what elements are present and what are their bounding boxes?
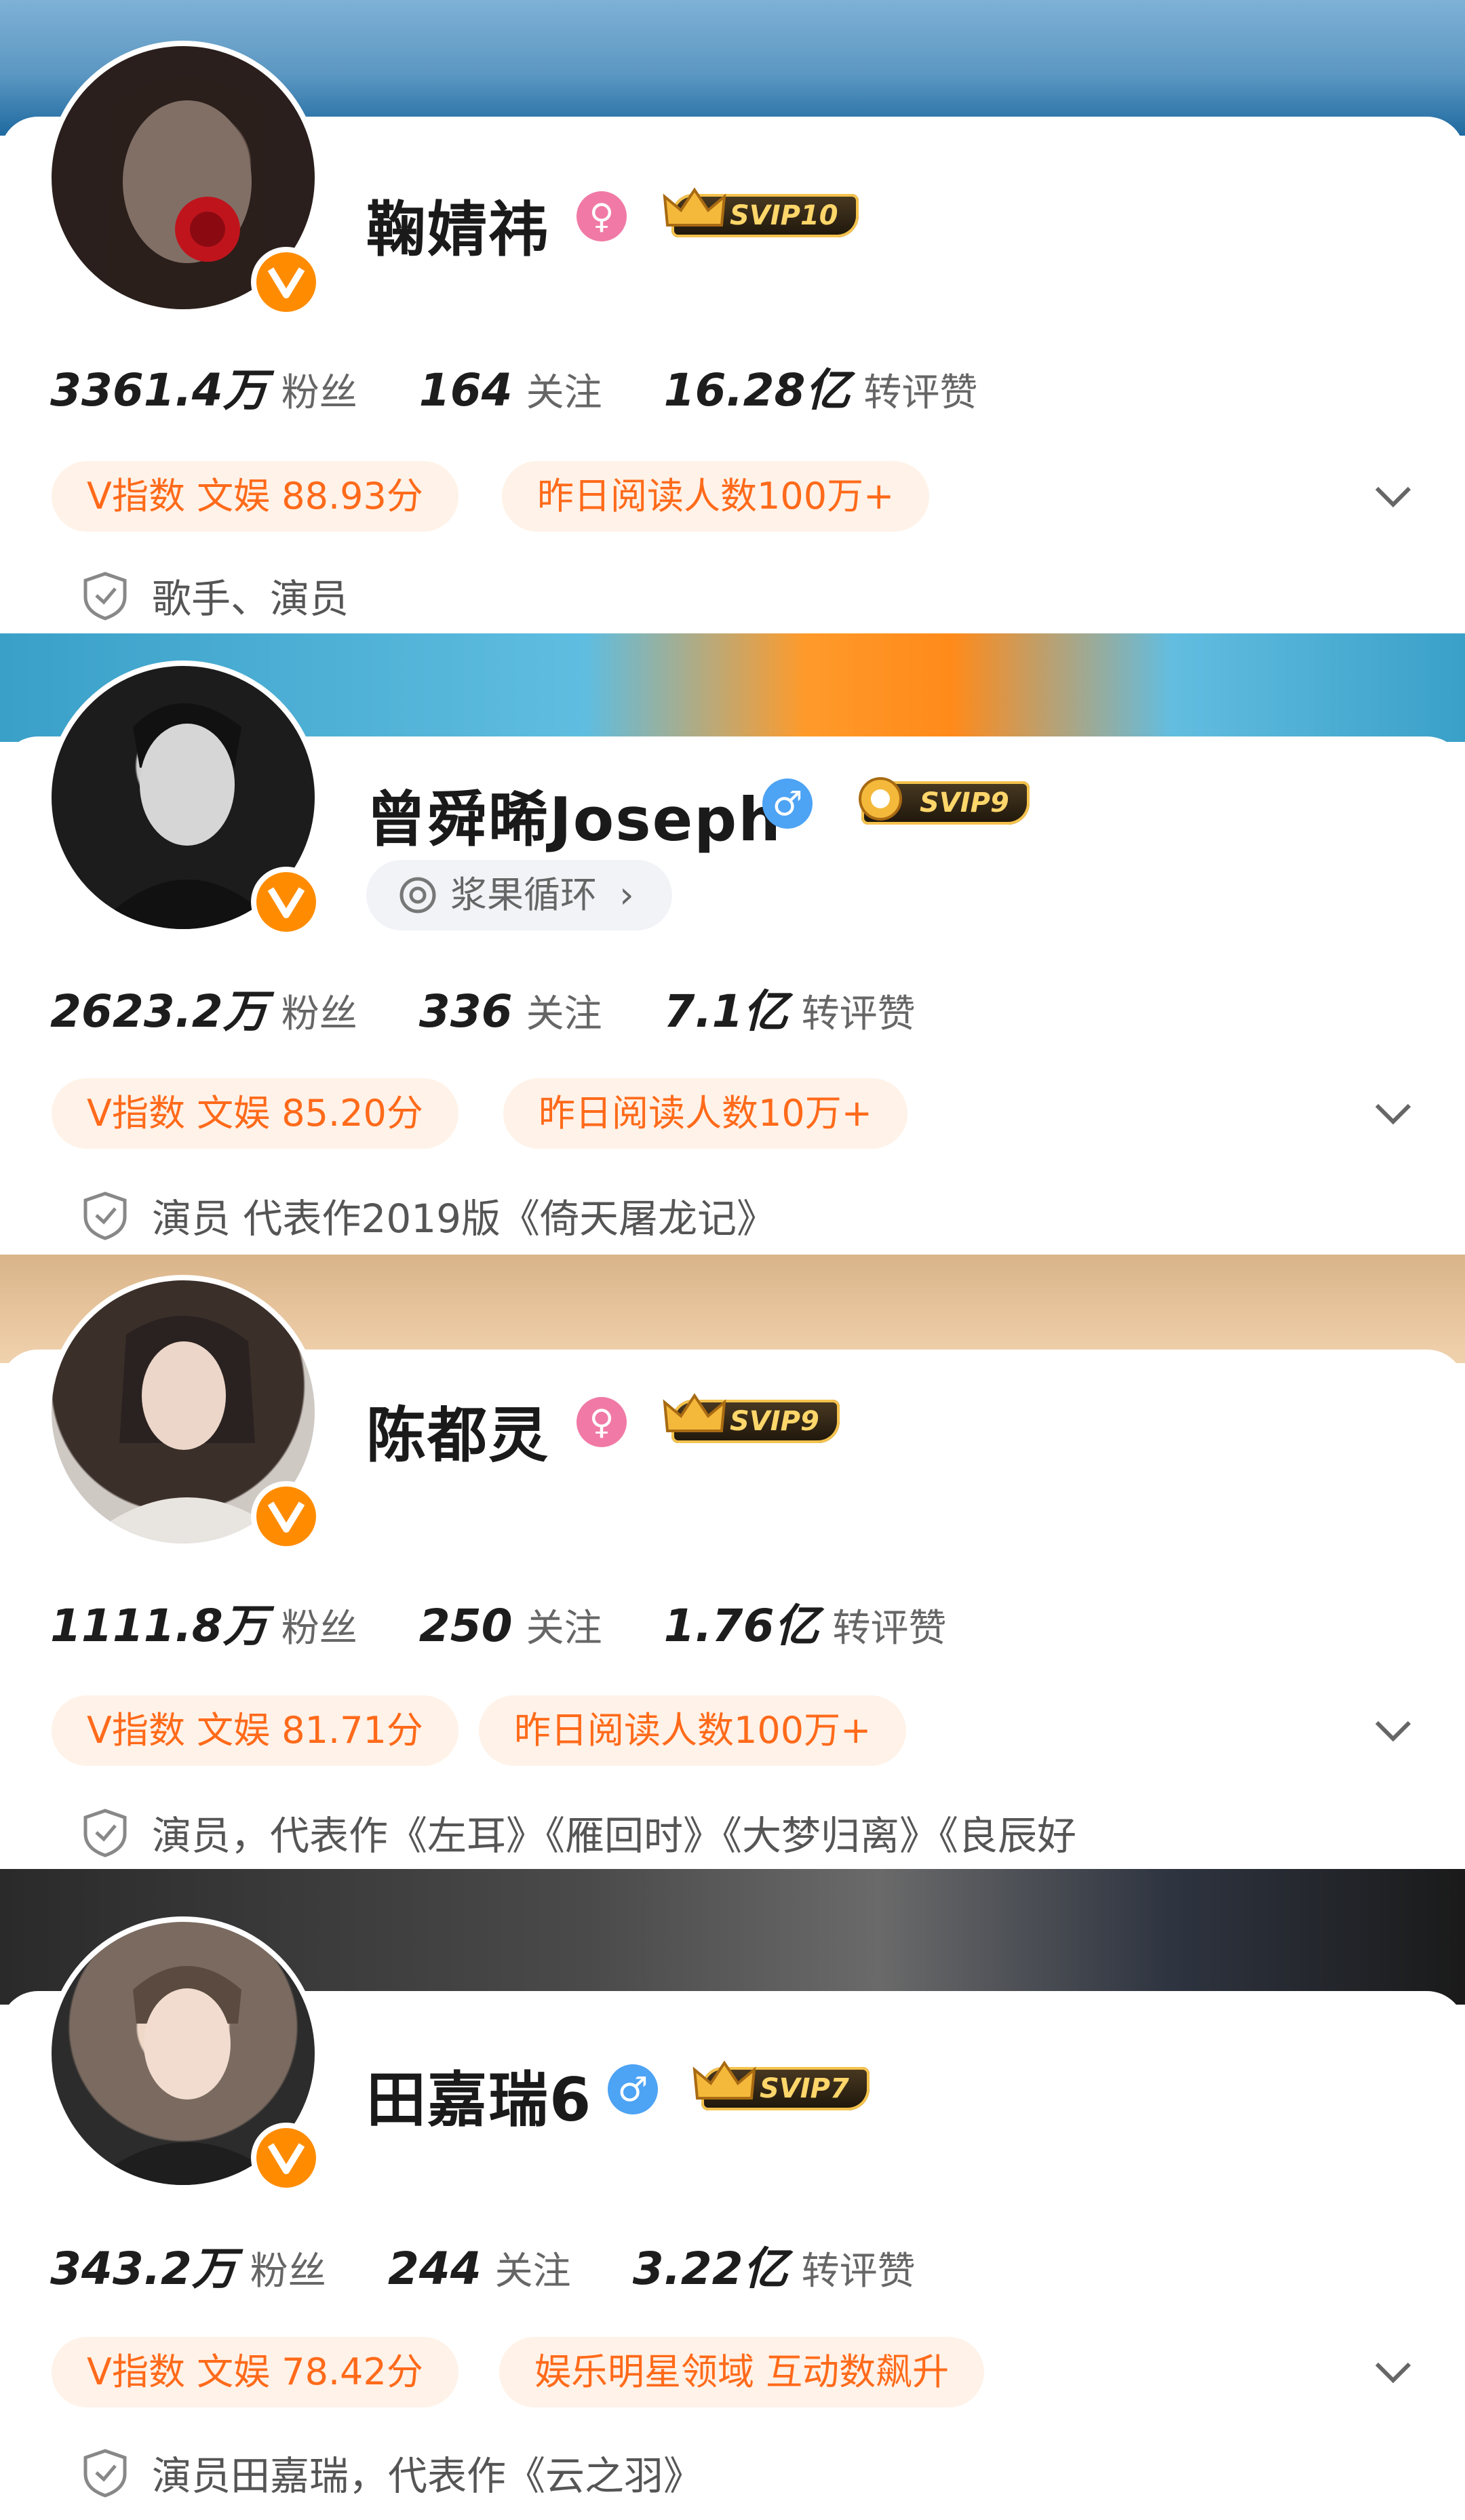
- shield-icon: [83, 1192, 127, 1240]
- likes-label: 转评赞: [863, 371, 978, 415]
- verified-v-icon: [251, 1481, 321, 1552]
- reads-pill[interactable]: 昨日阅读人数10万+: [503, 1078, 907, 1149]
- v-index-pill[interactable]: V指数 文娱 81.71分: [52, 1695, 458, 1766]
- music-chip-label: 浆果循环: [450, 873, 597, 916]
- v-index-pill[interactable]: V指数 文娱 78.42分: [52, 2337, 458, 2407]
- likes-label: 转评赞: [801, 2249, 916, 2293]
- likes-stat[interactable]: 1.76亿 转评赞: [664, 1590, 947, 1655]
- description-text: 演员，代表作《左耳》《雁回时》《大梦归离》《良辰好: [152, 1813, 1077, 1859]
- profile-name[interactable]: 鞠婧祎: [366, 182, 549, 268]
- chevron-down-icon[interactable]: [1373, 1717, 1413, 1744]
- crown-icon: [859, 777, 902, 821]
- fans-stat[interactable]: 2623.2万 粉丝: [50, 975, 357, 1040]
- fans-count: 3361.4万: [50, 364, 268, 416]
- fans-count: 343.2万: [50, 2243, 237, 2295]
- svip-badge[interactable]: SVIP10: [663, 187, 859, 237]
- likes-count: 3.22亿: [632, 2243, 788, 2295]
- stats-row: 1111.8万 粉丝 250 关注 1.76亿 转评赞: [50, 1590, 1005, 1655]
- profile-card-4: 田嘉瑞6 ♂ SVIP7 343.2万 粉丝 244 关注 3.22亿 转评赞 V指数…: [0, 1869, 1465, 2520]
- crown-icon: [663, 187, 726, 227]
- verified-v-icon: [251, 2123, 321, 2193]
- fans-stat[interactable]: 1111.8万 粉丝: [50, 1590, 357, 1655]
- follow-count: 164: [418, 364, 513, 416]
- svip-label: SVIP9: [920, 787, 1009, 819]
- hot-pill[interactable]: 娱乐明星领域 互动数飙升: [499, 2337, 985, 2407]
- profile-description: 演员田嘉瑞，代表作《云之羽》: [81, 2444, 703, 2501]
- stats-row: 3361.4万 粉丝 164 关注 16.28亿 转评赞: [50, 354, 1036, 419]
- chevron-down-icon[interactable]: [1373, 1100, 1413, 1127]
- fans-label: 粉丝: [250, 2249, 326, 2293]
- female-icon: ♀: [577, 1397, 627, 1447]
- follow-stat[interactable]: 336 关注: [419, 983, 602, 1038]
- male-icon: ♂: [762, 779, 813, 829]
- fans-label: 粉丝: [281, 371, 357, 415]
- description-text: 演员 代表作2019版《倚天屠龙记》: [152, 1196, 777, 1242]
- shield-icon: [83, 572, 127, 621]
- reads-pill[interactable]: 昨日阅读人数100万+: [479, 1695, 907, 1766]
- likes-count: 16.28亿: [663, 364, 851, 416]
- likes-stat[interactable]: 7.1亿 转评赞: [664, 975, 916, 1040]
- chevron-down-icon[interactable]: [1373, 483, 1413, 510]
- svip-label: SVIP9: [730, 1406, 819, 1437]
- likes-label: 转评赞: [832, 1607, 947, 1651]
- shield-icon: [83, 2449, 127, 2498]
- music-chip[interactable]: 浆果循环 ›: [366, 860, 672, 930]
- likes-count: 1.76亿: [663, 1600, 819, 1652]
- follow-count: 336: [418, 985, 513, 1038]
- description-text: 歌手、演员: [152, 576, 349, 622]
- profile-card-1: 鞠婧祎 ♀ SVIP10 3361.4万 粉丝 164 关注 16.28亿 转评赞 V…: [0, 0, 1465, 633]
- likes-label: 转评赞: [801, 992, 916, 1036]
- svip-badge[interactable]: SVIP9: [859, 777, 1030, 825]
- stats-row: 2623.2万 粉丝 336 关注 7.1亿 转评赞: [50, 975, 974, 1040]
- chevron-right-icon: ›: [619, 873, 634, 916]
- svip-label: SVIP10: [730, 200, 838, 231]
- verified-v-icon: [251, 867, 321, 937]
- svip-badge[interactable]: SVIP9: [663, 1393, 840, 1443]
- follow-stat[interactable]: 164 关注: [419, 362, 602, 417]
- follow-count: 250: [418, 1600, 513, 1652]
- v-index-pill[interactable]: V指数 文娱 88.93分: [52, 461, 458, 532]
- profile-name[interactable]: 曾舜晞Joseph: [366, 772, 782, 858]
- verified-v-icon: [251, 247, 321, 317]
- follow-label: 关注: [526, 992, 602, 1036]
- v-index-pill[interactable]: V指数 文娱 85.20分: [52, 1078, 458, 1149]
- follow-label: 关注: [526, 371, 602, 415]
- crown-icon: [692, 2060, 756, 2100]
- profile-description: 演员 代表作2019版《倚天屠龙记》: [81, 1187, 776, 1244]
- fans-stat[interactable]: 343.2万 粉丝: [50, 2232, 326, 2298]
- reads-pill[interactable]: 昨日阅读人数100万+: [502, 461, 930, 532]
- fans-count: 2623.2万: [50, 985, 268, 1038]
- profile-name[interactable]: 陈都灵: [366, 1387, 549, 1474]
- fans-label: 粉丝: [281, 992, 357, 1036]
- profile-description: 演员，代表作《左耳》《雁回时》《大梦归离》《良辰好: [81, 1804, 1076, 1861]
- follow-count: 244: [387, 2243, 482, 2295]
- fans-count: 1111.8万: [50, 1600, 268, 1652]
- svip-label: SVIP7: [760, 2073, 849, 2104]
- svip-badge[interactable]: SVIP7: [692, 2060, 870, 2110]
- music-disc-icon: [399, 877, 436, 913]
- follow-stat[interactable]: 244 关注: [388, 2241, 571, 2296]
- fans-stat[interactable]: 3361.4万 粉丝: [50, 354, 357, 419]
- profile-card-3: 陈都灵 ♀ SVIP9 1111.8万 粉丝 250 关注 1.76亿 转评赞 V指数…: [0, 1255, 1465, 1869]
- profile-description: 歌手、演员: [81, 567, 349, 624]
- likes-stat[interactable]: 16.28亿 转评赞: [664, 354, 978, 419]
- follow-label: 关注: [526, 1607, 602, 1651]
- likes-stat[interactable]: 3.22亿 转评赞: [633, 2232, 916, 2298]
- chevron-down-icon[interactable]: [1373, 2359, 1413, 2386]
- likes-count: 7.1亿: [663, 985, 788, 1038]
- male-icon: ♂: [608, 2064, 658, 2114]
- follow-stat[interactable]: 250 关注: [419, 1598, 602, 1653]
- crown-icon: [663, 1393, 726, 1432]
- female-icon: ♀: [577, 191, 627, 241]
- fans-label: 粉丝: [281, 1607, 357, 1651]
- follow-label: 关注: [494, 2249, 571, 2293]
- description-text: 演员田嘉瑞，代表作《云之羽》: [152, 2453, 703, 2499]
- shield-icon: [83, 1809, 127, 1857]
- stats-row: 343.2万 粉丝 244 关注 3.22亿 转评赞: [50, 2232, 974, 2298]
- profile-name[interactable]: 田嘉瑞6: [366, 2052, 592, 2138]
- profile-card-2: 曾舜晞Joseph ♂ SVIP9 浆果循环 › 2623.2万 粉丝 336 关注…: [0, 633, 1465, 1255]
